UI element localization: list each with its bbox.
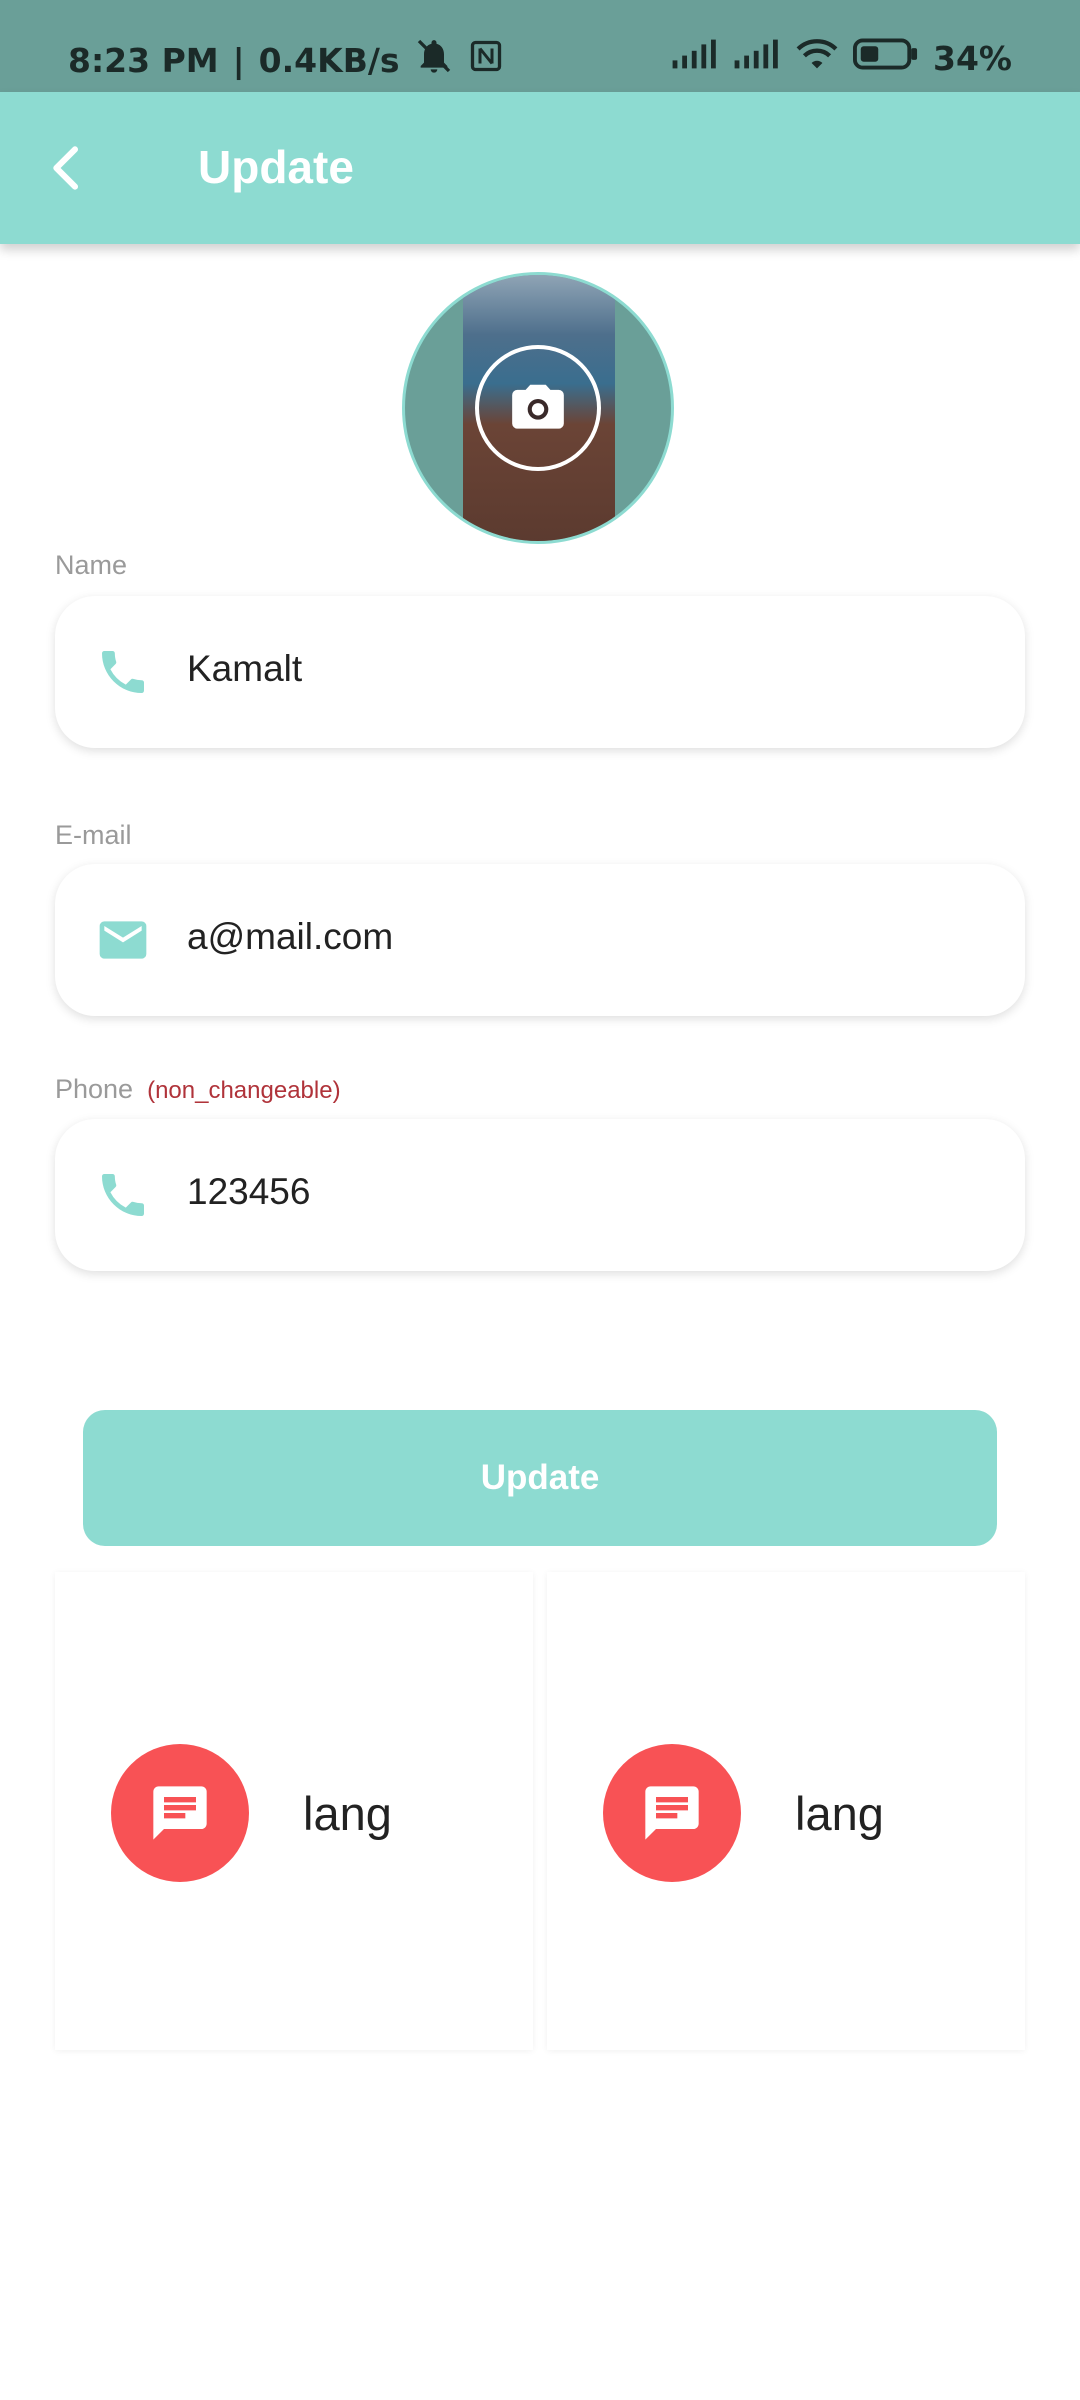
- update-button[interactable]: Update: [83, 1410, 997, 1546]
- page-title: Update: [198, 141, 354, 193]
- phone-value: 123456: [187, 1171, 311, 1212]
- non-changeable-note: (non_changeable): [147, 1077, 341, 1104]
- lang-label: lang: [795, 1787, 884, 1840]
- network-speed: 0.4KB/s: [258, 40, 400, 80]
- chat-icon: [111, 1744, 249, 1882]
- change-photo-button[interactable]: [475, 345, 601, 471]
- name-label: Name: [55, 550, 128, 580]
- wifi-icon: [795, 36, 839, 80]
- bell-muted-icon: [414, 36, 454, 84]
- mail-icon: [93, 910, 153, 970]
- profile-avatar[interactable]: [402, 272, 674, 544]
- camera-icon: [512, 384, 564, 429]
- phone-label: Phone: [55, 1074, 134, 1104]
- battery-icon: [853, 38, 919, 78]
- app-bar: Update: [0, 92, 1080, 244]
- signal-icon: [671, 38, 719, 78]
- chat-icon: [603, 1744, 741, 1882]
- phone-icon: [93, 642, 153, 702]
- back-button[interactable]: [28, 128, 108, 208]
- phone-icon: [93, 1165, 153, 1225]
- status-separator: |: [232, 40, 245, 80]
- lang-card[interactable]: lang: [547, 1572, 1025, 2050]
- battery-level: 34%: [933, 38, 1012, 78]
- nfc-icon: [468, 38, 504, 82]
- email-label: E-mail: [55, 820, 132, 850]
- name-input[interactable]: Kamalt: [187, 648, 302, 690]
- name-field[interactable]: Kamalt: [55, 596, 1025, 748]
- lang-card[interactable]: lang: [55, 1572, 533, 2050]
- email-input[interactable]: a@mail.com: [187, 916, 393, 958]
- arrow-back-icon: [53, 146, 79, 190]
- status-time: 8:23 PM: [68, 40, 219, 80]
- email-field[interactable]: a@mail.com: [55, 864, 1025, 1016]
- phone-field: 123456: [55, 1119, 1025, 1271]
- phone-label-row: Phone (non_changeable): [55, 1074, 341, 1105]
- lang-label: lang: [303, 1787, 392, 1840]
- signal-icon: [733, 38, 781, 78]
- status-bar: 8:23 PM | 0.4KB/s 34%: [0, 0, 1080, 92]
